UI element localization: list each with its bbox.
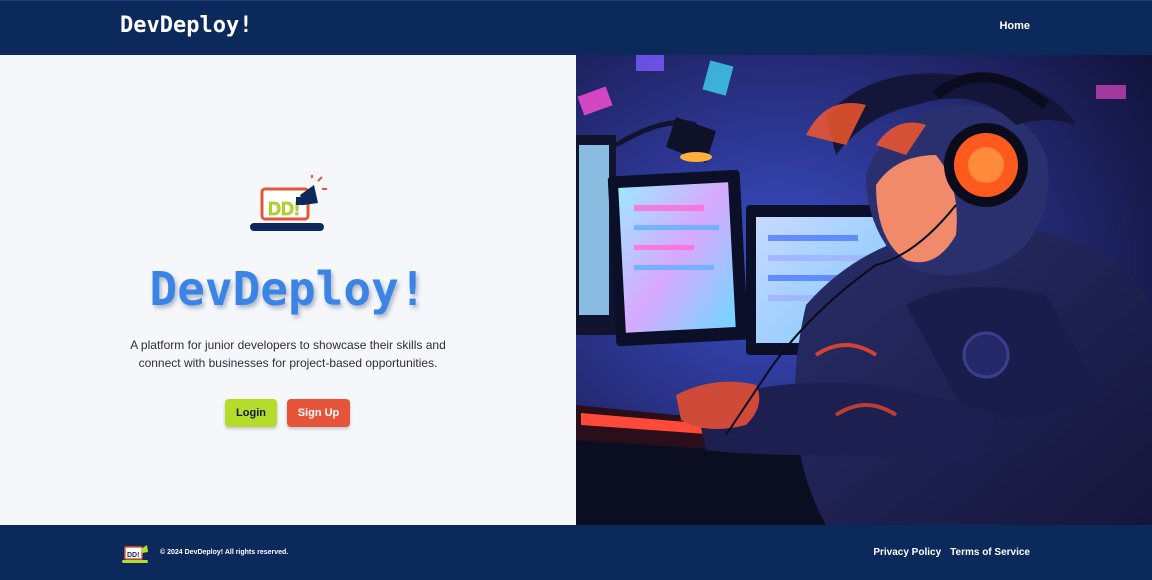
privacy-policy-link[interactable]: Privacy Policy [873, 547, 941, 558]
login-button[interactable]: Login [225, 399, 277, 427]
megaphone-laptop-icon: DD! [250, 175, 327, 231]
devdeploy-logo: DD! [248, 175, 328, 235]
terms-of-service-link[interactable]: Terms of Service [950, 547, 1030, 558]
nav-home-link[interactable]: Home [999, 20, 1030, 32]
hero-title: DevDeploy! [149, 262, 427, 316]
hero-image [576, 55, 1152, 525]
developer-illustration-icon [576, 55, 1152, 525]
copyright-text: © 2024 DevDeploy! All rights reserved. [160, 549, 289, 556]
footer-logo[interactable]: DD! [122, 543, 150, 565]
signup-button[interactable]: Sign Up [287, 399, 350, 427]
svg-text:DD!: DD! [127, 552, 139, 559]
footer-logo-icon: DD! [122, 545, 148, 563]
logo-dd-text: DD! [268, 199, 300, 219]
top-navbar: DevDeploy! Home [0, 0, 1152, 55]
brand-logo-text[interactable]: DevDeploy! [120, 13, 252, 38]
site-footer: DD! © 2024 DevDeploy! All rights reserve… [0, 525, 1152, 580]
hero-description: A platform for junior developers to show… [130, 338, 446, 370]
footer-links: Privacy Policy Terms of Service [873, 547, 1030, 558]
